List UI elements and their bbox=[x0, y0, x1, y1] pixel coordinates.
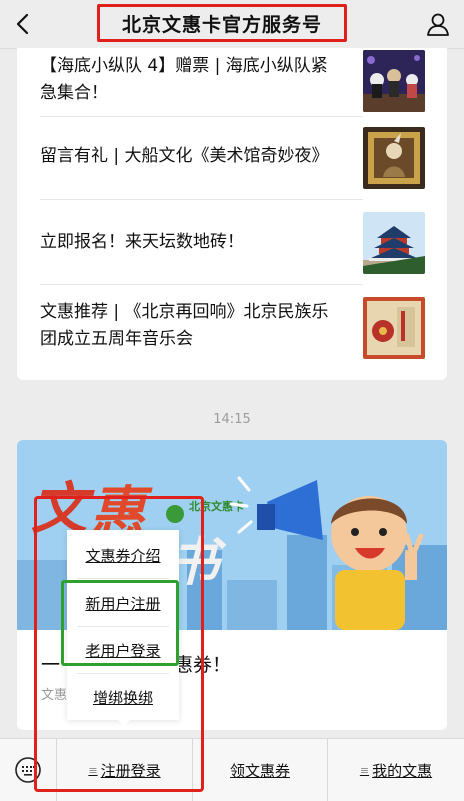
article-item[interactable]: 立即报名！来天坛数地砖！ bbox=[40, 212, 425, 274]
article-list-card: 【海底小纵队 4】赠票 | 海底小纵队紧 急集合！ 留言有礼 | 大船文化《美术… bbox=[17, 48, 447, 380]
article-title-line: 急集合！ bbox=[40, 83, 108, 103]
article-title-line: 留言有礼 | 大船文化《美术馆奇妙夜》 bbox=[40, 146, 329, 166]
museum-night-thumb bbox=[363, 127, 425, 189]
divider bbox=[40, 199, 363, 200]
divider bbox=[40, 116, 363, 117]
article-item[interactable]: 【海底小纵队 4】赠票 | 海底小纵队紧 急集合！ bbox=[40, 50, 425, 112]
article-item[interactable]: 留言有礼 | 大船文化《美术馆奇妙夜》 bbox=[40, 127, 425, 189]
green-annotation-box bbox=[61, 580, 179, 666]
chevron-left-icon[interactable] bbox=[10, 10, 38, 38]
sea-show-thumb bbox=[363, 50, 425, 112]
timestamp: 14:15 bbox=[213, 412, 251, 427]
beijing-concert-thumb bbox=[363, 297, 425, 359]
article-title-line: 团成立五周年音乐会 bbox=[40, 329, 193, 349]
tab-my-wenhui[interactable]: ≡ 我的文惠 bbox=[328, 739, 464, 801]
article-item[interactable]: 文惠推荐 | 《北京再回响》北京民族乐 团成立五周年音乐会 bbox=[40, 295, 425, 359]
article-title-line: 【海底小纵队 4】赠票 | 海底小纵队紧 bbox=[40, 56, 328, 76]
article-title-line: 立即报名！来天坛数地砖！ bbox=[40, 232, 244, 252]
temple-of-heaven-thumb bbox=[363, 212, 425, 274]
tab-get-voucher[interactable]: 领文惠券 bbox=[193, 739, 328, 801]
title-annotation-box: 北京文惠卡官方服务号 bbox=[97, 4, 347, 42]
top-bar: 北京文惠卡官方服务号 bbox=[0, 0, 464, 49]
user-icon[interactable] bbox=[424, 10, 452, 38]
article-title-line: 文惠推荐 | 《北京再回响》北京民族乐 bbox=[40, 302, 329, 322]
divider bbox=[40, 284, 363, 285]
page-title: 北京文惠卡官方服务号 bbox=[121, 13, 322, 36]
menu-lines-icon: ≡ bbox=[359, 763, 370, 777]
